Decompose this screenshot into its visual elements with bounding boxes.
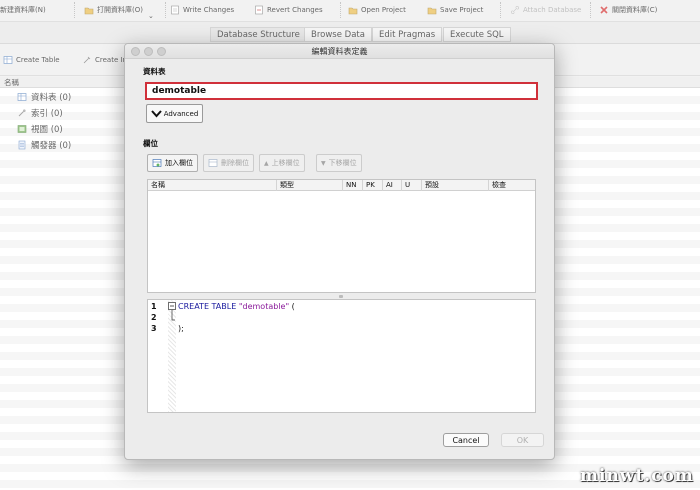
arrow-down-icon: ▼ [321, 159, 326, 167]
column-header-type[interactable]: 類型 [276, 180, 294, 191]
line-number: 2 [151, 313, 157, 322]
advanced-toggle-button[interactable]: Advanced [146, 104, 203, 123]
remove-field-label: 刪除欄位 [221, 159, 249, 167]
arrow-up-icon: ▲ [264, 159, 269, 167]
dialog-title: 編輯資料表定義 [311, 47, 368, 56]
add-field-icon [152, 159, 162, 167]
fields-table-header: 名稱 類型 NN PK AI U 預設 檢查 [148, 180, 535, 191]
sql-line-3: ); [178, 324, 184, 333]
sql-keyword: CREATE TABLE [178, 302, 237, 311]
column-header-nn[interactable]: NN [342, 180, 356, 191]
line-number: 1 [151, 302, 157, 311]
watermark: minwt.com [580, 466, 694, 486]
remove-field-button[interactable]: 刪除欄位 [203, 154, 254, 172]
dialog-titlebar: 編輯資料表定義 [125, 44, 554, 59]
column-header-pk[interactable]: PK [362, 180, 375, 191]
add-field-label: 加入欄位 [165, 159, 193, 167]
chevron-down-icon [150, 110, 162, 118]
table-section-label: 資料表 [143, 67, 166, 76]
move-down-label: 下移欄位 [328, 159, 357, 167]
advanced-label: Advanced [163, 109, 199, 118]
edit-table-dialog: 編輯資料表定義 資料表 Advanced 欄位 加入欄位 刪除欄位 ▲ 上移欄位… [124, 43, 555, 460]
move-field-up-button[interactable]: ▲ 上移欄位 [259, 154, 305, 172]
splitter-handle[interactable] [339, 295, 343, 298]
line-number-gutter: 1 2 3 [148, 300, 168, 412]
table-name-input[interactable] [145, 82, 538, 100]
move-up-label: 上移欄位 [271, 159, 300, 167]
column-header-default[interactable]: 預設 [421, 180, 439, 191]
sql-line-1: CREATE TABLE "demotable" ( [178, 302, 295, 311]
fields-section-label: 欄位 [143, 139, 158, 148]
column-header-name[interactable]: 名稱 [148, 180, 165, 191]
sql-preview-editor[interactable]: 1 2 3 CREATE TABLE "demotable" ( ); [147, 299, 536, 413]
sql-table-name: "demotable" [238, 302, 290, 311]
line-number: 3 [151, 324, 157, 333]
ok-button[interactable]: OK [501, 433, 544, 447]
sql-paren: ( [289, 302, 295, 311]
column-header-ai[interactable]: AI [382, 180, 393, 191]
add-field-button[interactable]: 加入欄位 [147, 154, 198, 172]
column-header-unique[interactable]: U [401, 180, 410, 191]
fold-toggle-icon[interactable] [168, 302, 176, 322]
remove-field-icon [208, 159, 218, 167]
column-header-check[interactable]: 檢查 [488, 180, 506, 191]
fields-table[interactable]: 名稱 類型 NN PK AI U 預設 檢查 [147, 179, 536, 293]
cancel-button[interactable]: Cancel [443, 433, 489, 447]
move-field-down-button[interactable]: ▼ 下移欄位 [316, 154, 362, 172]
